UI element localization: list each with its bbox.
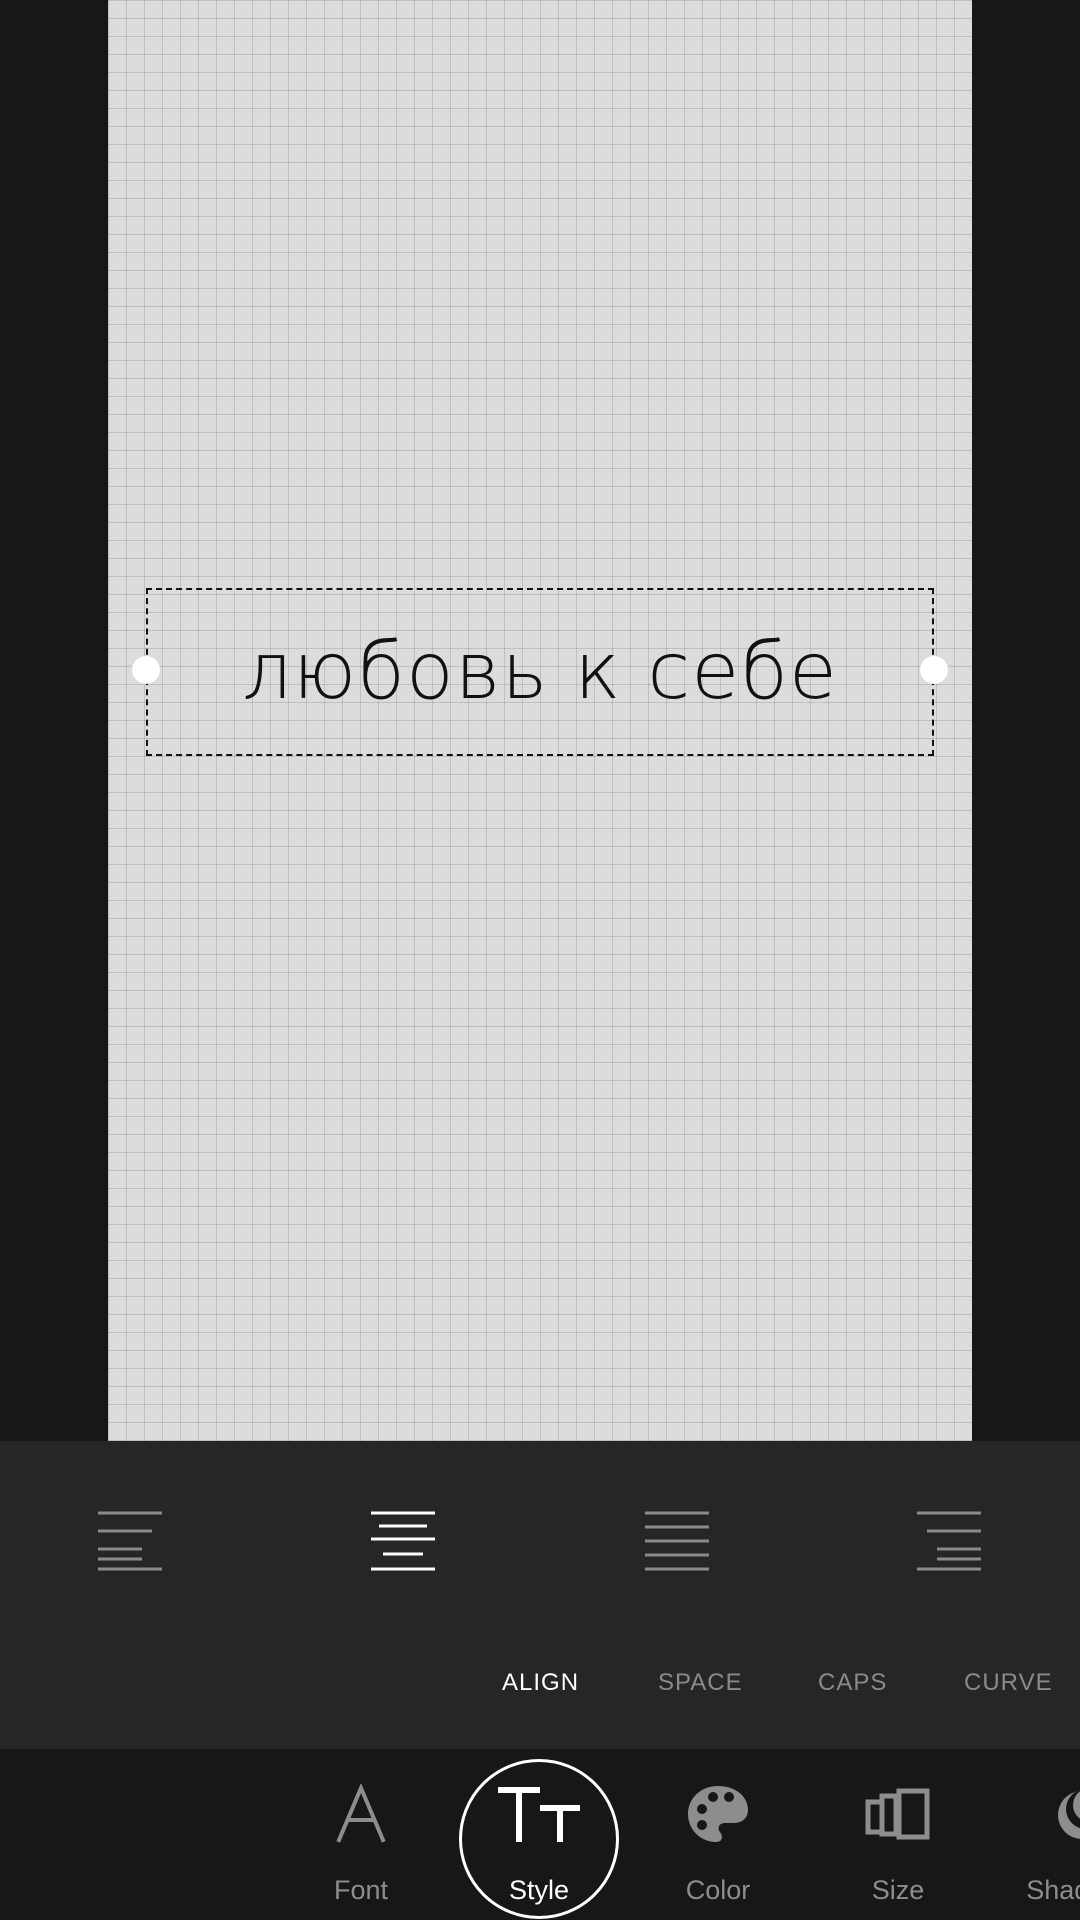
- editor-screen: любовь к себе ALIGN SPACE CAPS CURVE Fon…: [0, 0, 1080, 1920]
- tool-shadow[interactable]: Shadow: [1000, 1749, 1080, 1920]
- tool-color[interactable]: Color: [643, 1749, 793, 1920]
- palette-icon: [643, 1779, 793, 1849]
- canvas-text[interactable]: любовь к себе: [148, 590, 932, 754]
- tool-size[interactable]: Size: [823, 1749, 973, 1920]
- resize-handle-right[interactable]: [920, 656, 948, 684]
- resize-handle-left[interactable]: [132, 656, 160, 684]
- subtab-align[interactable]: ALIGN: [502, 1669, 579, 1697]
- text-style-tt-icon: [464, 1779, 614, 1849]
- tool-label-shadow: Shadow: [1026, 1875, 1080, 1905]
- align-right-icon: [917, 1511, 981, 1571]
- subtab-curve[interactable]: CURVE: [964, 1669, 1053, 1697]
- style-options-panel: ALIGN SPACE CAPS CURVE: [0, 1441, 1080, 1749]
- subtab-caps[interactable]: CAPS: [818, 1669, 887, 1697]
- bottom-toolbar: Font Style Color Size Sha: [0, 1749, 1080, 1920]
- tool-label-color: Color: [685, 1875, 751, 1905]
- tool-label-style: Style: [508, 1875, 570, 1905]
- tool-font[interactable]: Font: [286, 1749, 436, 1920]
- style-subtabs: ALIGN SPACE CAPS CURVE: [0, 1669, 1080, 1709]
- align-center-icon: [371, 1511, 435, 1571]
- tool-style[interactable]: Style: [464, 1749, 614, 1920]
- selected-text-box[interactable]: любовь к себе: [132, 588, 948, 756]
- align-justify-icon: [645, 1511, 709, 1571]
- size-frames-icon: [823, 1779, 973, 1849]
- tool-label-size: Size: [871, 1875, 925, 1905]
- align-right-button[interactable]: [909, 1501, 989, 1581]
- subtab-space[interactable]: SPACE: [658, 1669, 743, 1697]
- align-left-icon: [98, 1511, 162, 1571]
- align-center-button[interactable]: [363, 1501, 443, 1581]
- align-left-button[interactable]: [90, 1501, 170, 1581]
- shadow-icon: [1000, 1779, 1080, 1849]
- align-justify-button[interactable]: [637, 1501, 717, 1581]
- tool-label-font: Font: [333, 1875, 389, 1905]
- font-a-icon: [286, 1779, 436, 1849]
